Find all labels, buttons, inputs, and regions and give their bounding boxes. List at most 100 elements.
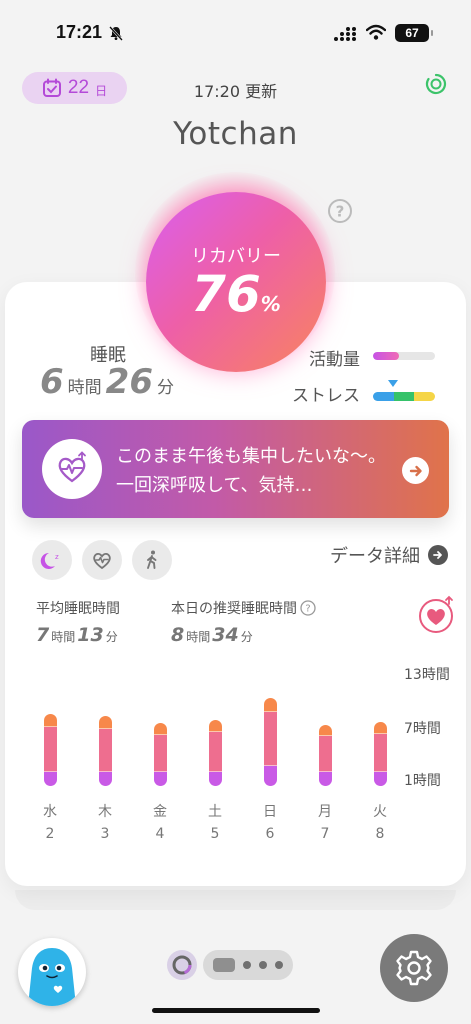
heart-mode-button[interactable] xyxy=(82,540,122,580)
day-label: 日6 xyxy=(255,801,285,845)
heart-rate-badge xyxy=(42,439,102,499)
arrow-right-icon xyxy=(409,465,422,476)
day-weekday: 金 xyxy=(153,804,167,820)
page-dot xyxy=(243,961,251,969)
sleep-bar-segment xyxy=(318,736,332,773)
sleep-bar[interactable] xyxy=(373,722,387,786)
sleep-bar-segment xyxy=(153,735,167,773)
day-date: 5 xyxy=(210,826,220,842)
stress-segment-mid xyxy=(393,392,415,401)
status-bar: 17:21 67 xyxy=(0,0,471,60)
day-date: 4 xyxy=(155,826,165,842)
sleep-bar[interactable] xyxy=(318,725,332,786)
sleep-bar-segment xyxy=(263,697,277,712)
sleep-bar-segment xyxy=(263,711,277,767)
heart-rate-icon xyxy=(93,552,111,570)
sleep-bar[interactable] xyxy=(208,719,222,786)
sleep-bar-segment xyxy=(318,725,332,737)
day-weekday: 火 xyxy=(373,804,387,820)
data-detail-label: データ詳細 xyxy=(330,546,420,567)
sleep-bar-segment xyxy=(373,734,387,773)
sleep-mode-button[interactable]: z xyxy=(32,540,72,580)
page-card-icon xyxy=(213,958,235,972)
sleep-bar[interactable] xyxy=(98,716,112,786)
avg-sleep-minutes-unit: 分 xyxy=(105,630,118,644)
bell-muted-icon xyxy=(109,26,123,41)
sleep-bar[interactable] xyxy=(153,723,167,786)
sleep-minutes: 26 xyxy=(105,362,153,402)
y-axis-tick: 7時間 xyxy=(404,721,441,737)
recommended-sleep-value: 8 時間 34 分 xyxy=(171,624,255,646)
stress-marker xyxy=(388,380,398,387)
sync-status-icon[interactable] xyxy=(425,73,447,95)
avg-sleep-hours: 7 xyxy=(36,624,50,646)
advice-message: このまま午後も集中したいな〜。一回深呼吸して、気持… xyxy=(116,446,386,496)
stress-segment-low xyxy=(373,392,394,401)
sleep-bar-segment xyxy=(153,723,167,736)
day-weekday: 月 xyxy=(318,804,332,820)
heart-up-icon[interactable] xyxy=(416,595,456,635)
data-detail-link[interactable]: データ詳細 xyxy=(330,542,448,568)
svg-text:z: z xyxy=(55,553,59,561)
day-label: 木3 xyxy=(90,801,120,845)
user-name: Yotchan xyxy=(173,116,298,152)
recovery-number: 76 xyxy=(191,265,261,323)
walking-icon xyxy=(147,550,157,569)
recovery-unit: % xyxy=(260,292,281,316)
activity-mode-button[interactable] xyxy=(132,540,172,580)
sleep-bar-segment xyxy=(263,766,277,786)
battery-indicator: 67 xyxy=(395,24,433,42)
activity-bar xyxy=(373,352,435,360)
sleep-bar-segment xyxy=(373,722,387,735)
sleep-hours-unit: 時間 xyxy=(67,378,102,398)
mascot-icon xyxy=(28,948,76,1006)
page-dot xyxy=(259,961,267,969)
day-label: 火8 xyxy=(365,801,395,845)
recommended-sleep-minutes: 34 xyxy=(212,624,239,646)
day-weekday: 木 xyxy=(98,804,112,820)
help-icon[interactable]: ? xyxy=(327,198,353,224)
sleep-bar[interactable] xyxy=(263,697,277,786)
page-indicator-active[interactable] xyxy=(167,950,197,980)
last-updated: 17:20 更新 xyxy=(193,82,278,101)
sleep-bar-segment xyxy=(98,716,112,729)
heart-pulse-icon xyxy=(58,451,86,483)
avg-sleep-minutes: 13 xyxy=(77,624,104,646)
ring-icon xyxy=(172,955,192,975)
day-weekday: 土 xyxy=(208,804,222,820)
home-indicator xyxy=(152,1008,320,1013)
y-axis-tick: 13時間 xyxy=(404,667,450,683)
y-axis-tick: 1時間 xyxy=(404,773,441,789)
recommended-sleep-minutes-unit: 分 xyxy=(240,630,253,644)
svg-text:?: ? xyxy=(336,203,345,221)
sleep-bar-segment xyxy=(43,772,57,786)
day-weekday: 日 xyxy=(263,804,277,820)
sleep-bar-segment xyxy=(43,714,57,727)
page-indicator[interactable] xyxy=(167,950,293,980)
card-shadow xyxy=(15,890,456,910)
day-label: 月7 xyxy=(310,801,340,845)
recommended-sleep-label: 本日の推奨睡眠時間 xyxy=(171,601,297,617)
page-dot xyxy=(275,961,283,969)
sleep-bar-segment xyxy=(208,719,222,733)
recovery-value: 76% xyxy=(146,265,326,323)
day-weekday: 水 xyxy=(43,804,57,820)
page-indicator-others[interactable] xyxy=(203,950,293,980)
avatar[interactable] xyxy=(18,938,86,1006)
advice-arrow-button[interactable] xyxy=(402,457,429,484)
day-label: 金4 xyxy=(145,801,175,845)
day-date: 7 xyxy=(320,826,330,842)
arrow-right-circle-icon xyxy=(428,545,448,565)
sleep-bar[interactable] xyxy=(43,714,57,786)
recommended-sleep-header: 本日の推奨睡眠時間 ? xyxy=(171,598,316,618)
help-small-icon[interactable]: ? xyxy=(300,600,316,616)
day-date: 2 xyxy=(45,826,55,842)
recommended-sleep-hours-unit: 時間 xyxy=(186,630,211,644)
recommended-sleep-hours: 8 xyxy=(171,624,185,646)
sleep-bar-segment xyxy=(373,772,387,786)
day-date: 3 xyxy=(100,826,110,842)
advice-banner[interactable]: このまま午後も集中したいな〜。一回深呼吸して、気持… xyxy=(22,420,449,518)
day-date: 8 xyxy=(375,826,385,842)
settings-button[interactable] xyxy=(380,934,448,1002)
svg-text:?: ? xyxy=(305,604,310,615)
